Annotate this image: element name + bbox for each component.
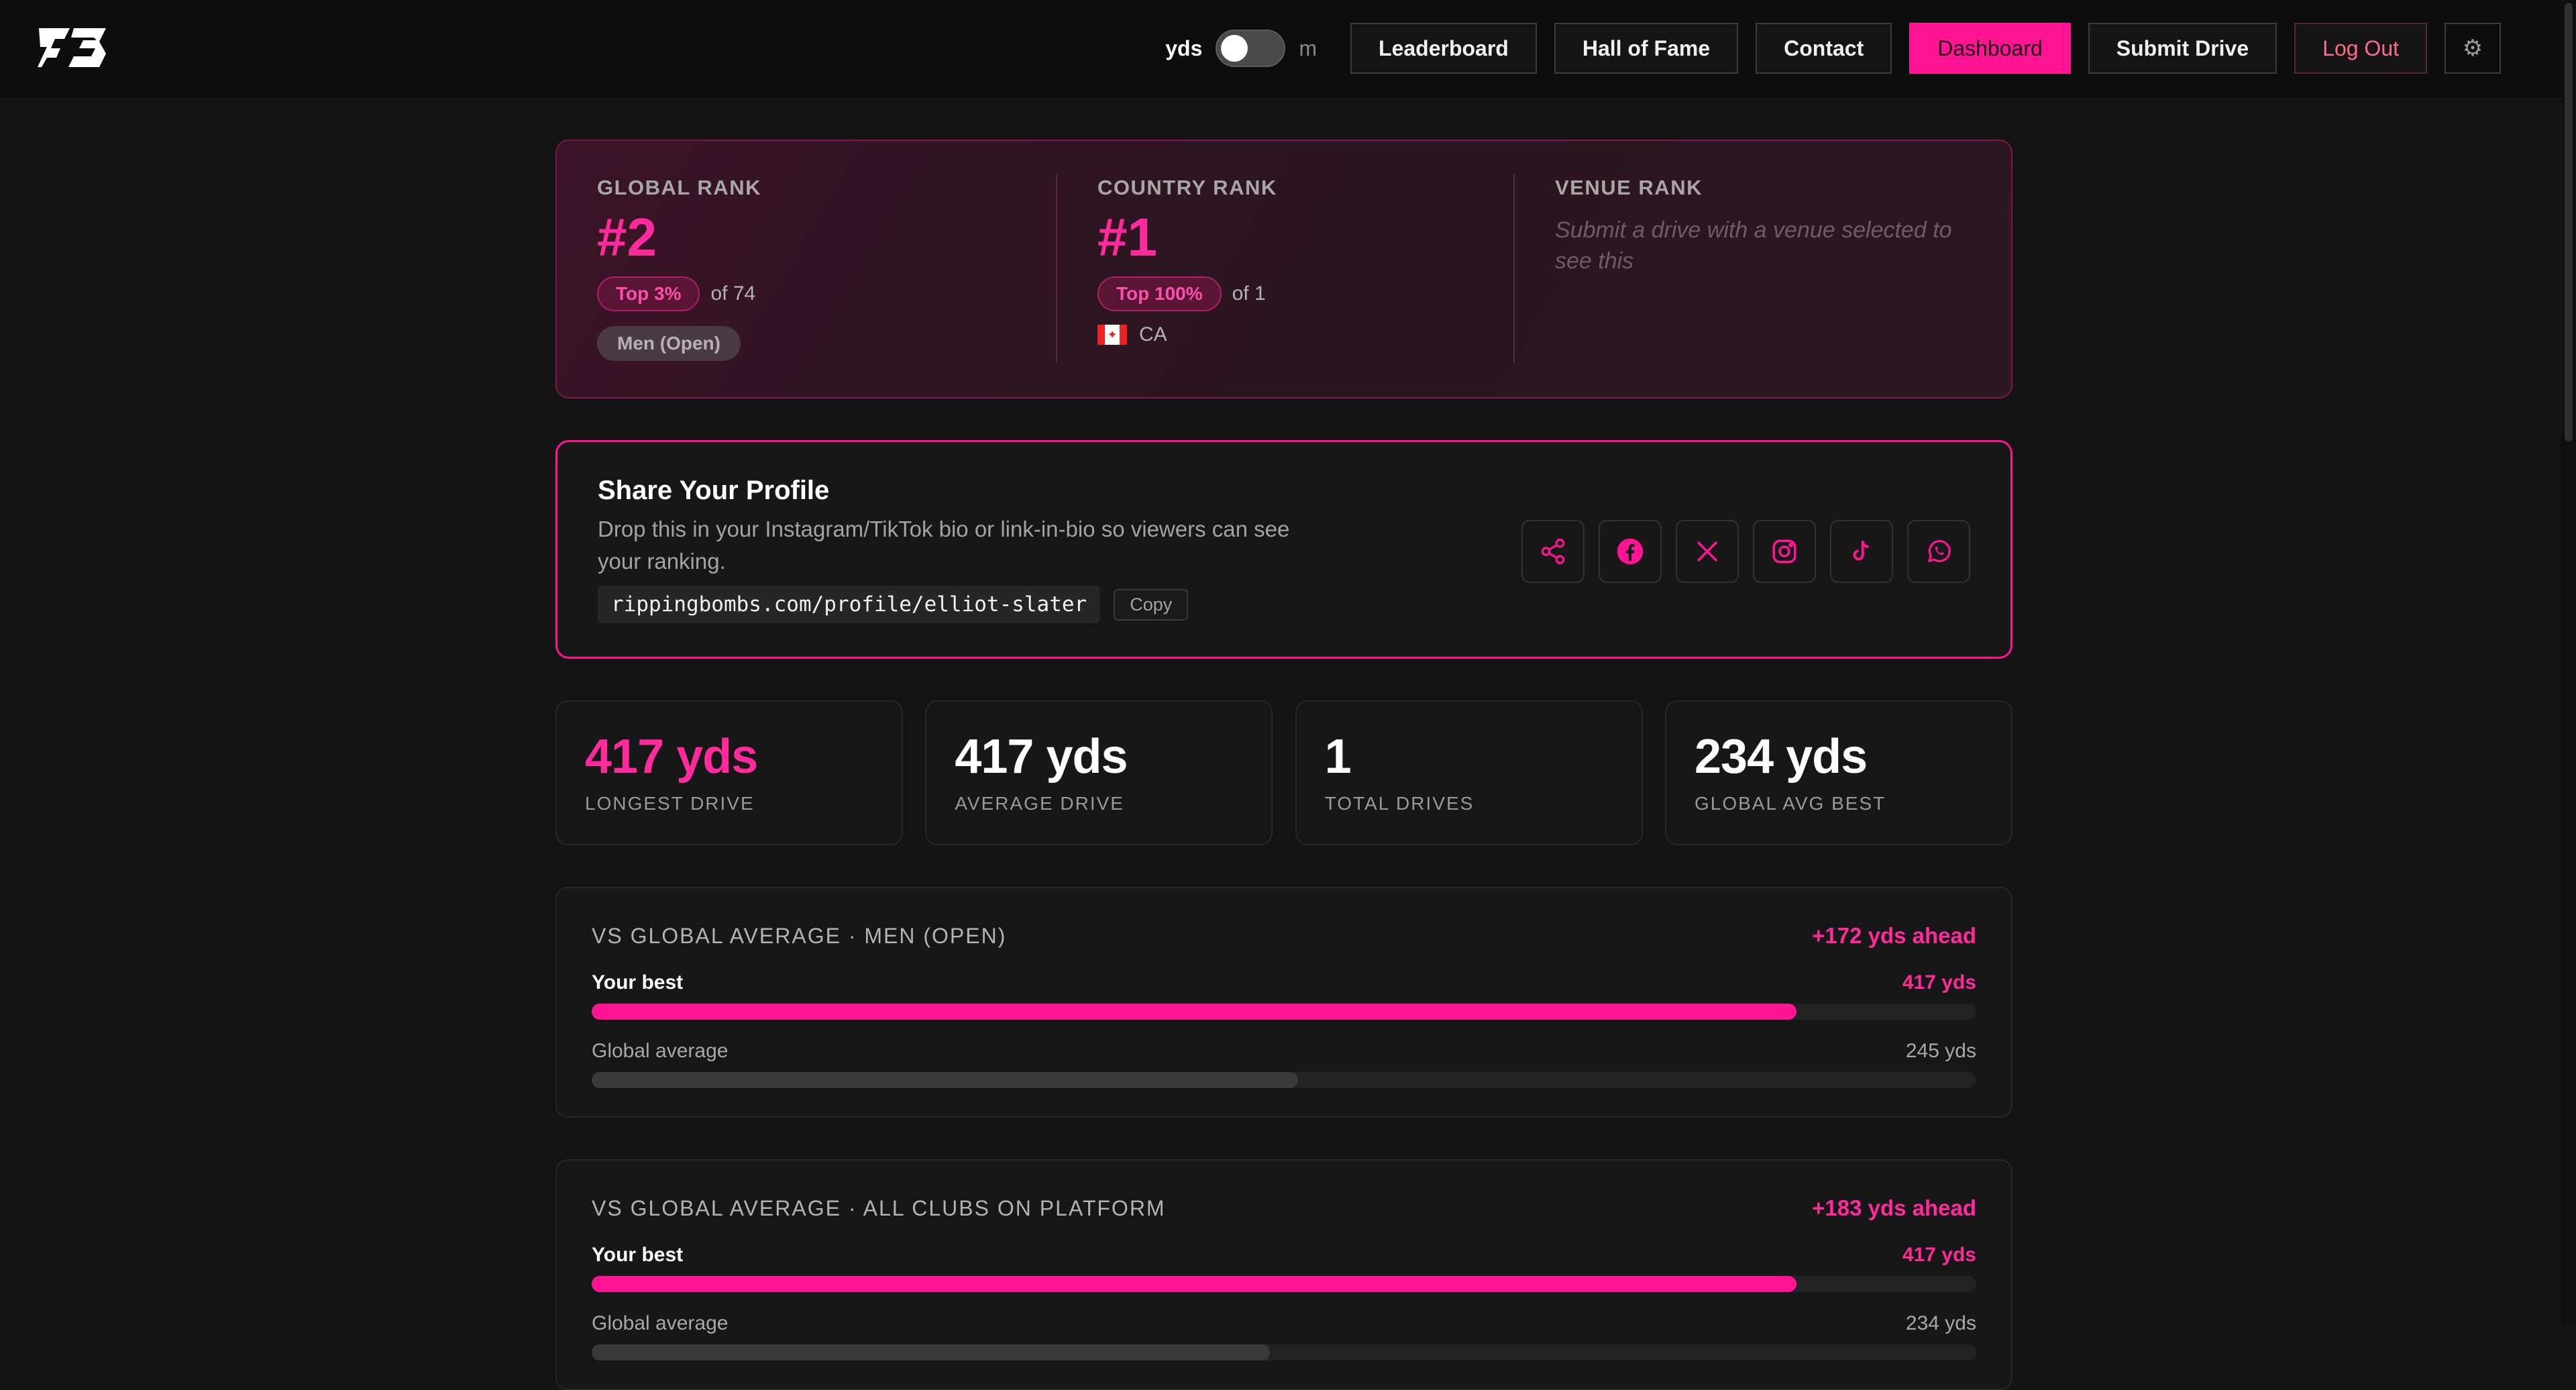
global-average-label: Global average <box>592 1040 729 1062</box>
rank-card: GLOBAL RANK #2 Top 3% of 74 Men (Open) C… <box>555 140 2012 398</box>
comparison-ahead: +172 yds ahead <box>1812 923 1976 948</box>
your-best-bar-fill <box>592 1004 1796 1020</box>
tiktok-share-button[interactable] <box>1830 520 1893 583</box>
nav-leaderboard-button[interactable]: Leaderboard <box>1350 23 1537 74</box>
share-button[interactable] <box>1521 520 1585 583</box>
x-share-button[interactable] <box>1676 520 1739 583</box>
country-code: CA <box>1139 323 1167 345</box>
stat-card-total-drives: 1 TOTAL DRIVES <box>1295 700 1643 845</box>
stats-row: 417 yds LONGEST DRIVE 417 yds AVERAGE DR… <box>555 700 2012 845</box>
tiktok-icon <box>1853 541 1869 561</box>
profile-url[interactable]: rippingbombs.com/profile/elliot-slater <box>598 586 1101 623</box>
comparison-card-men-open: VS GLOBAL AVERAGE · MEN (OPEN) +172 yds … <box>555 887 2012 1118</box>
country-rank-label: COUNTRY RANK <box>1097 176 1277 199</box>
settings-button[interactable]: ⚙ <box>2445 23 2501 74</box>
stat-label: TOTAL DRIVES <box>1324 793 1474 814</box>
x-icon <box>1697 541 1718 562</box>
instagram-share-button[interactable] <box>1753 520 1816 583</box>
top-navbar: yds m Leaderboard Hall of Fame Contact D… <box>0 0 2576 99</box>
instagram-icon <box>1772 539 1796 564</box>
stat-label: LONGEST DRIVE <box>585 793 755 814</box>
stat-card-longest-drive: 417 yds LONGEST DRIVE <box>555 700 903 845</box>
rank-divider <box>1513 174 1515 362</box>
nav-hall-of-fame-button[interactable]: Hall of Fame <box>1554 23 1739 74</box>
share-description: Drop this in your Instagram/TikTok bio o… <box>598 517 1290 574</box>
dashboard-content: GLOBAL RANK #2 Top 3% of 74 Men (Open) C… <box>555 140 2012 1390</box>
country-top-percent-badge: Top 100% <box>1097 276 1222 311</box>
nav-bar: yds m Leaderboard Hall of Fame Contact D… <box>1165 23 2501 74</box>
page-scrollbar[interactable] <box>2561 0 2576 1324</box>
copy-url-button[interactable]: Copy <box>1114 588 1189 621</box>
share-icon <box>1541 538 1565 565</box>
share-title: Share Your Profile <box>598 476 830 505</box>
global-average-bar <box>592 1344 1976 1360</box>
rank-divider <box>1056 174 1057 362</box>
global-average-value: 245 yds <box>1905 1040 1976 1062</box>
comparison-card-all-clubs: VS GLOBAL AVERAGE · ALL CLUBS ON PLATFOR… <box>555 1159 2012 1390</box>
global-average-label: Global average <box>592 1312 729 1334</box>
stat-card-average-drive: 417 yds AVERAGE DRIVE <box>925 700 1273 845</box>
facebook-icon <box>1617 538 1644 565</box>
country-rank-total: of 1 <box>1232 282 1266 305</box>
nav-submit-drive-button[interactable]: Submit Drive <box>2088 23 2277 74</box>
venue-rank-hint: Submit a drive with a venue selected to … <box>1555 217 1952 274</box>
stat-value: 417 yds <box>585 730 758 784</box>
social-share-buttons <box>1507 520 1970 583</box>
unit-yards-label: yds <box>1165 36 1203 60</box>
country-rank-section: COUNTRY RANK #1 Top 100% of 1 ✦ CA <box>1097 141 1277 397</box>
country-rank-value: #1 <box>1097 207 1157 267</box>
comparison-title: VS GLOBAL AVERAGE · ALL CLUBS ON PLATFOR… <box>592 1195 1166 1220</box>
global-rank-value: #2 <box>597 207 657 267</box>
stat-label: AVERAGE DRIVE <box>955 793 1124 814</box>
canada-flag-icon: ✦ <box>1097 325 1127 345</box>
your-best-bar <box>592 1276 1976 1292</box>
global-top-percent-badge: Top 3% <box>597 276 700 311</box>
global-average-bar-fill <box>592 1072 1298 1088</box>
unit-toggle[interactable]: yds m <box>1165 30 1317 67</box>
nav-dashboard-button[interactable]: Dashboard <box>1909 23 2071 74</box>
stat-value: 417 yds <box>955 730 1128 784</box>
your-best-bar-fill <box>592 1276 1796 1292</box>
global-average-bar <box>592 1072 1976 1088</box>
whatsapp-share-button[interactable] <box>1907 520 1970 583</box>
venue-rank-label: VENUE RANK <box>1555 176 1703 199</box>
logout-button[interactable]: Log Out <box>2294 23 2427 74</box>
your-best-bar <box>592 1004 1976 1020</box>
share-profile-card: Share Your Profile Drop this in your Ins… <box>555 440 2012 659</box>
global-average-bar-fill <box>592 1344 1271 1360</box>
facebook-share-button[interactable] <box>1599 520 1662 583</box>
stat-value: 1 <box>1324 730 1352 784</box>
your-best-label: Your best <box>592 1244 684 1266</box>
site-logo[interactable] <box>38 27 107 68</box>
stat-value: 234 yds <box>1694 730 1868 784</box>
your-best-value: 417 yds <box>1902 1244 1976 1266</box>
stat-card-global-avg-best: 234 yds GLOBAL AVG BEST <box>1664 700 2012 845</box>
switch-knob <box>1221 35 1248 62</box>
category-badge: Men (Open) <box>597 326 741 361</box>
your-best-value: 417 yds <box>1902 971 1976 994</box>
gear-icon: ⚙ <box>2462 36 2483 61</box>
unit-meters-label: m <box>1299 36 1318 60</box>
global-rank-section: GLOBAL RANK #2 Top 3% of 74 Men (Open) <box>597 141 761 397</box>
comparison-title: VS GLOBAL AVERAGE · MEN (OPEN) <box>592 923 1007 948</box>
global-rank-label: GLOBAL RANK <box>597 176 761 199</box>
global-average-value: 234 yds <box>1905 1312 1976 1334</box>
venue-rank-section: VENUE RANK Submit a drive with a venue s… <box>1555 141 1984 397</box>
global-rank-total: of 74 <box>710 282 756 305</box>
unit-switch[interactable] <box>1216 30 1286 67</box>
nav-contact-button[interactable]: Contact <box>1756 23 1892 74</box>
comparison-ahead: +183 yds ahead <box>1812 1195 1976 1220</box>
your-best-label: Your best <box>592 971 684 994</box>
stat-label: GLOBAL AVG BEST <box>1694 793 1886 814</box>
scrollbar-thumb[interactable] <box>2565 3 2573 441</box>
whatsapp-icon <box>1927 540 1951 563</box>
